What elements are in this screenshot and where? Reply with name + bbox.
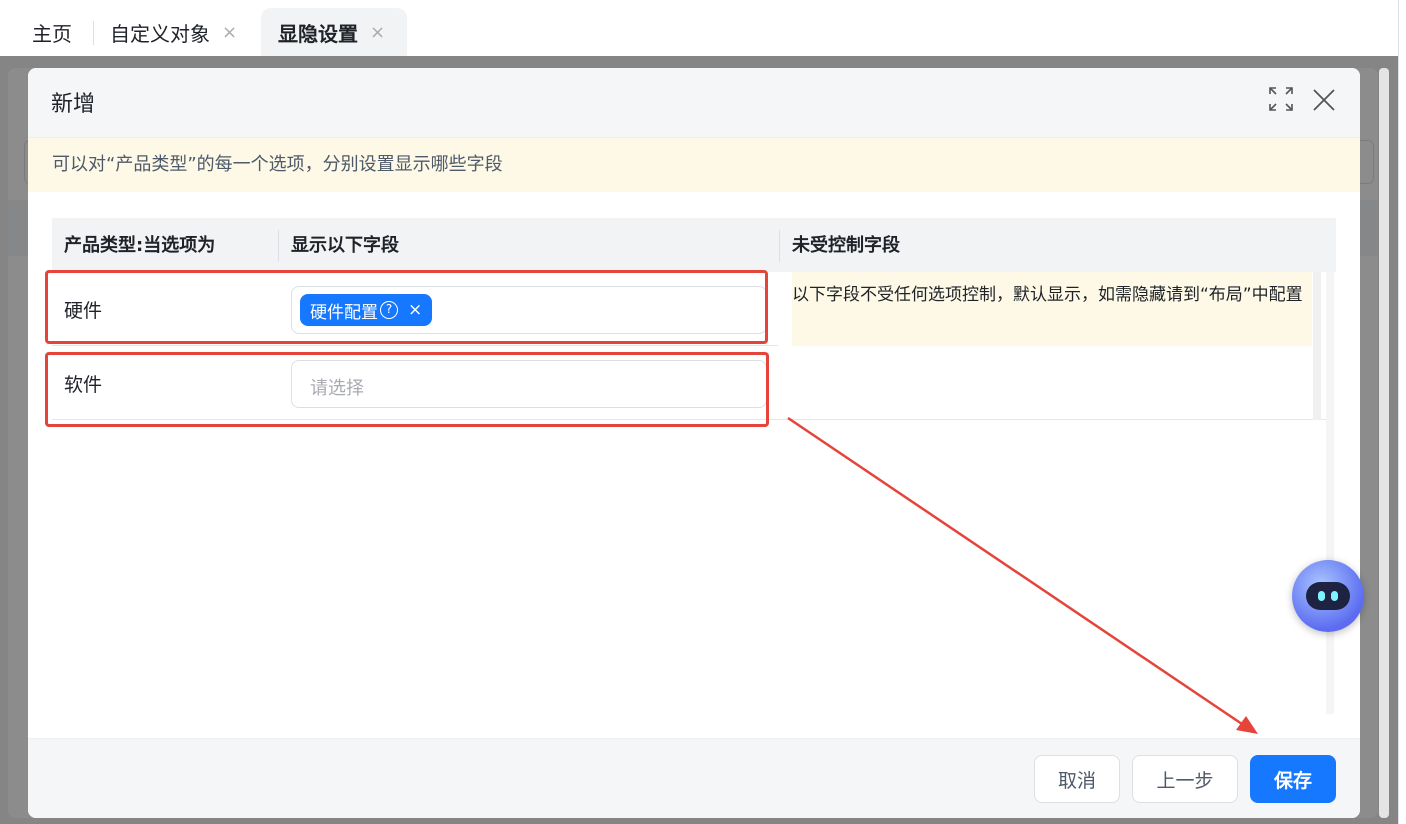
add-dialog: 新增 可以对“产品类型”的每一个选项，分别设置显示哪些字段 产品类型:当选项为 … — [28, 68, 1360, 818]
robot-eye — [1331, 591, 1338, 601]
column-header-uncontrolled: 未受控制字段 — [792, 235, 900, 256]
window-edge — [1398, 0, 1406, 824]
uncontrolled-note: 以下字段不受任何选项控制，默认显示，如需隐藏请到“布局”中配置 — [792, 272, 1312, 346]
annotation-box-row1 — [45, 270, 768, 344]
annotation-box-row2 — [45, 352, 769, 427]
column-header-show-fields: 显示以下字段 — [291, 235, 399, 256]
tab-home-label: 主页 — [32, 21, 72, 46]
dialog-title: 新增 — [51, 92, 96, 117]
grid-scrollbar[interactable] — [1326, 272, 1334, 714]
robot-face — [1306, 582, 1350, 610]
tab-close-icon[interactable]: × — [222, 22, 237, 43]
tab-custom-object[interactable]: 自定义对象 × — [110, 8, 237, 56]
column-header-option: 产品类型:当选项为 — [64, 235, 216, 256]
previous-step-button[interactable]: 上一步 — [1132, 755, 1238, 803]
close-icon[interactable] — [1310, 86, 1338, 114]
dialog-header: 新增 — [28, 68, 1360, 138]
tab-bar: 主页 自定义对象 × 显隐设置 × — [0, 0, 1398, 56]
dialog-footer: 取消 上一步 保存 — [28, 738, 1360, 818]
column-divider — [779, 230, 780, 262]
notice-banner: 可以对“产品类型”的每一个选项，分别设置显示哪些字段 — [28, 138, 1360, 192]
tab-close-icon[interactable]: × — [370, 22, 385, 43]
uncontrolled-fields-cell: 以下字段不受任何选项控制，默认显示，如需隐藏请到“布局”中配置 — [778, 272, 1326, 420]
cancel-button[interactable]: 取消 — [1034, 755, 1120, 803]
grid-header: 产品类型:当选项为 显示以下字段 未受控制字段 — [52, 218, 1336, 272]
robot-eye — [1318, 591, 1325, 601]
page-scrollbar[interactable] — [1379, 68, 1389, 818]
tab-custom-object-label: 自定义对象 — [110, 21, 210, 46]
tab-visibility-settings[interactable]: 显隐设置 × — [261, 8, 407, 56]
tab-visibility-settings-label: 显隐设置 — [278, 21, 358, 46]
tab-home[interactable]: 主页 — [32, 8, 72, 56]
column-divider — [278, 230, 279, 262]
robot-assistant-icon[interactable] — [1292, 560, 1364, 632]
expand-icon[interactable] — [1268, 86, 1294, 112]
tab-divider — [93, 21, 94, 45]
save-button[interactable]: 保存 — [1250, 755, 1336, 803]
cell-scrollbar[interactable] — [1313, 272, 1321, 420]
